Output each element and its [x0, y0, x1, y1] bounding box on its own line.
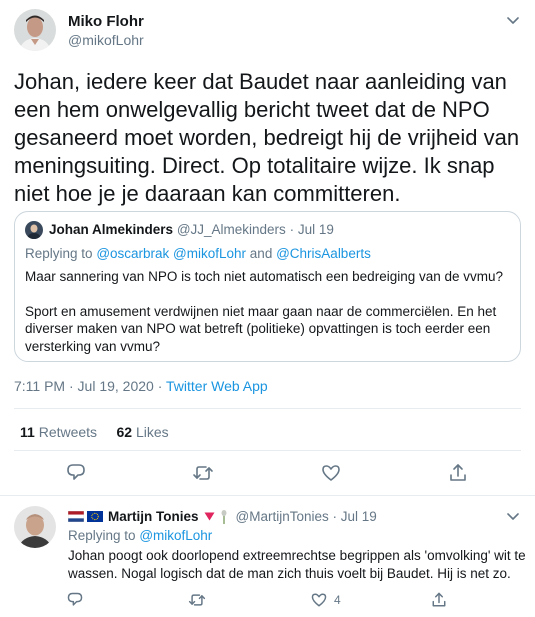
author-avatar[interactable]: [14, 9, 56, 51]
quoted-tweet-header: Johan Almekinders @JJ_Almekinders · Jul …: [49, 222, 334, 237]
heart-icon[interactable]: [310, 591, 328, 609]
retweets-label: Retweets: [38, 424, 98, 440]
rose-icon: [221, 509, 227, 524]
retweets-count: 11: [20, 424, 35, 440]
retweet-icon[interactable]: [192, 462, 214, 484]
retweets-stat[interactable]: 11 Retweets: [20, 424, 97, 440]
tweet-stats: 11 Retweets 62 Likes: [20, 424, 169, 440]
author-name[interactable]: Miko Flohr: [68, 13, 144, 30]
red-triangle-icon: [204, 512, 215, 521]
share-icon[interactable]: [447, 462, 469, 484]
quoted-tweet[interactable]: Johan Almekinders @JJ_Almekinders · Jul …: [14, 211, 521, 362]
likes-count: 62: [116, 424, 133, 440]
quoted-paragraph-2: Sport en amusement verdwijnen niet maar …: [25, 303, 497, 354]
reply-replying-to: Replying to @mikofLohr: [68, 528, 212, 543]
chevron-down-icon[interactable]: [505, 12, 521, 28]
tweet-actions: [0, 462, 535, 486]
replying-prefix: Replying to: [25, 246, 93, 261]
quoted-replying-to: Replying to @oscarbrak @mikofLohr and @C…: [25, 246, 371, 261]
replying-mention[interactable]: @mikofLohr: [139, 528, 212, 543]
quoted-author-avatar: [25, 221, 43, 239]
reply-date[interactable]: Jul 19: [341, 509, 377, 524]
netherlands-flag-icon: [68, 511, 84, 522]
replying-last-mention[interactable]: @ChrisAalberts: [276, 246, 371, 261]
replying-and: and: [249, 246, 273, 261]
quoted-tweet-text: Maar sannering van NPO is toch niet auto…: [25, 268, 515, 355]
reply-icon[interactable]: [65, 462, 87, 484]
eu-flag-icon: [87, 511, 103, 522]
heart-icon[interactable]: [320, 462, 342, 484]
tweet-source[interactable]: Twitter Web App: [166, 378, 268, 394]
reply-text: Johan poogt ook doorlopend extreemrechts…: [68, 548, 526, 581]
likes-label: Likes: [135, 424, 169, 440]
likes-stat[interactable]: 62 Likes: [117, 424, 169, 440]
quoted-date: Jul 19: [297, 222, 334, 237]
tweet-text: Johan, iedere keer dat Baudet naar aanle…: [14, 69, 520, 206]
quoted-author-handle: @JJ_Almekinders: [176, 222, 286, 237]
share-icon[interactable]: [430, 591, 448, 609]
reply-author-avatar[interactable]: [14, 506, 56, 548]
reply-icon[interactable]: [66, 591, 84, 609]
chevron-down-icon[interactable]: [505, 508, 521, 524]
reply-author-handle[interactable]: @MartijnTonies: [236, 509, 329, 524]
quoted-author-name: Johan Almekinders: [49, 222, 174, 237]
divider: [14, 450, 521, 451]
replying-prefix: Replying to: [68, 528, 136, 543]
tweet-timestamp-line: 7:11 PM · Jul 19, 2020 · Twitter Web App: [14, 378, 268, 394]
reply-actions: 4: [0, 591, 535, 611]
retweet-icon[interactable]: [188, 591, 206, 609]
author-handle[interactable]: @mikofLohr: [68, 32, 144, 48]
reply-tweet[interactable]: Martijn Tonies @MartijnTonies · Jul 19 R…: [0, 496, 535, 617]
quoted-separator: ·: [289, 222, 295, 237]
tweet-timestamp[interactable]: 7:11 PM · Jul 19, 2020 ·: [14, 378, 162, 394]
divider: [14, 408, 521, 409]
reply-separator: ·: [332, 509, 338, 524]
reply-like-count: 4: [334, 593, 341, 607]
quoted-paragraph-1: Maar sannering van NPO is toch niet auto…: [25, 269, 504, 284]
main-tweet: Miko Flohr @mikofLohr Johan, iedere keer…: [0, 0, 535, 495]
replying-mentions[interactable]: @oscarbrak @mikofLohr: [96, 246, 246, 261]
reply-author-name[interactable]: Martijn Tonies: [108, 509, 199, 524]
reply-header: Martijn Tonies @MartijnTonies · Jul 19: [68, 509, 377, 524]
